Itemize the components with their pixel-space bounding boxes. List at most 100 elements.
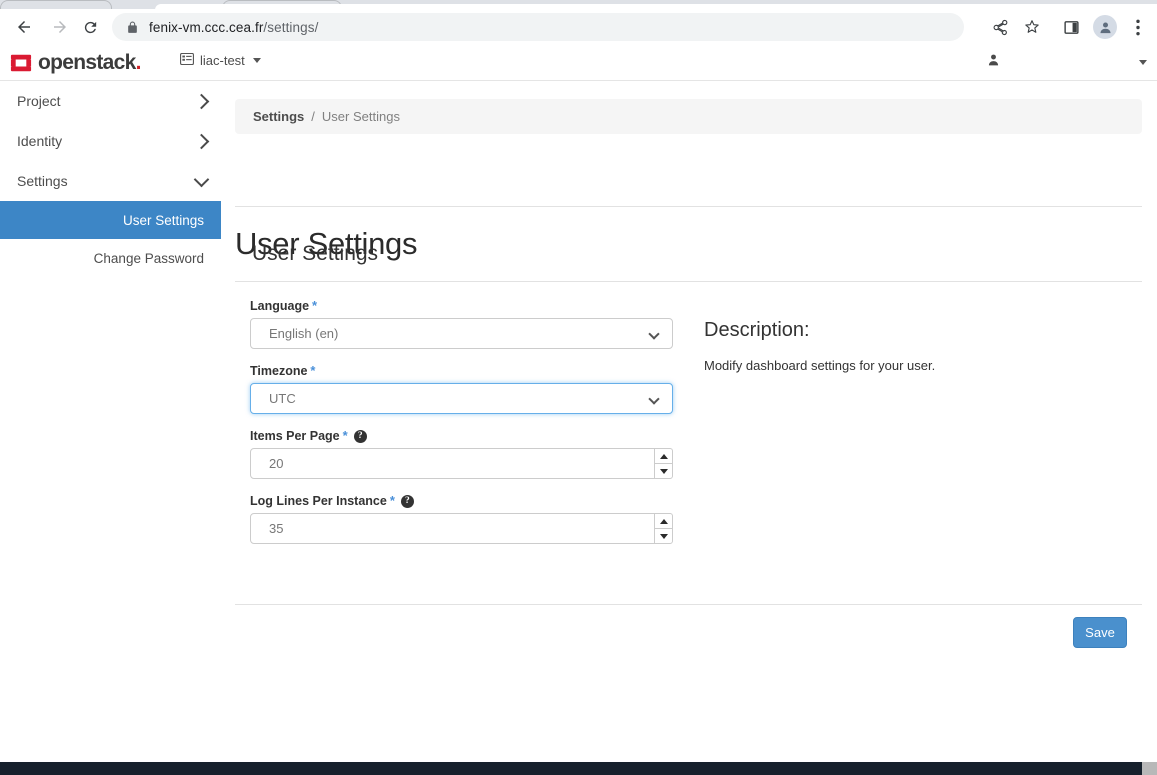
share-icon <box>993 19 1007 35</box>
project-list-icon <box>180 52 194 68</box>
label-text: Items Per Page <box>250 429 340 443</box>
required-marker: * <box>310 362 316 378</box>
spinner-down-icon <box>659 533 668 539</box>
stepper-up-button[interactable] <box>654 448 673 463</box>
url-text: fenix-vm.ccc.cea.fr/settings/ <box>149 20 318 35</box>
chevron-right-icon <box>193 93 210 109</box>
share-button[interactable] <box>990 17 1010 37</box>
url-domain: fenix-vm.ccc.cea.fr <box>149 19 264 35</box>
form-group-items-per-page: Items Per Page * ? 20 <box>250 429 675 479</box>
chevron-down-icon <box>648 328 660 340</box>
bookmark-button[interactable] <box>1022 17 1042 37</box>
forward-arrow-icon <box>54 21 66 33</box>
browser-tab-strip <box>0 0 1157 10</box>
description-body: Modify dashboard settings for your user. <box>704 358 936 373</box>
required-marker: * <box>389 492 395 508</box>
browser-chrome: fenix-vm.ccc.cea.fr/settings/ <box>0 0 1157 45</box>
breadcrumb-parent[interactable]: Settings <box>253 109 304 124</box>
label-timezone: Timezone * <box>250 362 675 379</box>
browser-menu-button[interactable] <box>1128 17 1148 37</box>
lock-icon <box>126 21 139 34</box>
chevron-down-icon <box>1139 60 1147 65</box>
items-per-page-input[interactable]: 20 <box>250 448 673 479</box>
reload-button[interactable] <box>75 12 105 42</box>
spinner-up-icon <box>659 518 668 524</box>
address-bar[interactable]: fenix-vm.ccc.cea.fr/settings/ <box>112 13 964 41</box>
user-avatar-icon <box>987 53 1000 72</box>
items-per-page-value: 20 <box>269 456 284 471</box>
chevron-right-icon <box>193 133 210 149</box>
spinner-up-icon <box>659 453 668 459</box>
url-path: /settings/ <box>263 19 319 35</box>
sidebar-group-settings[interactable]: Settings <box>0 161 221 201</box>
stepper-up-button[interactable] <box>654 513 673 528</box>
label-text: Log Lines Per Instance <box>250 494 387 508</box>
required-marker: * <box>312 297 318 313</box>
chevron-down-icon <box>252 58 261 63</box>
three-dot-menu-icon <box>1136 19 1140 35</box>
description-heading: Description: <box>704 319 810 341</box>
settings-form: Language * English (en) Timezone * UTC I… <box>250 299 675 559</box>
project-name-label: liac-test <box>200 53 245 68</box>
form-group-timezone: Timezone * UTC <box>250 364 675 414</box>
spinner-down-icon <box>659 468 668 474</box>
back-button[interactable] <box>9 12 39 42</box>
timezone-select-value: UTC <box>269 391 296 406</box>
side-panel-button[interactable] <box>1061 17 1081 37</box>
chevron-down-icon <box>193 171 210 187</box>
side-panel-icon <box>1063 20 1079 34</box>
log-lines-input[interactable]: 35 <box>250 513 673 544</box>
log-lines-value: 35 <box>269 521 284 536</box>
sidebar-group-label: Identity <box>17 133 63 149</box>
help-circle-icon[interactable]: ? <box>353 429 367 443</box>
divider <box>235 604 1142 605</box>
reload-icon <box>84 21 96 33</box>
chevron-down-icon <box>648 393 660 405</box>
sidebar: Project Identity Settings User Settings … <box>0 81 221 753</box>
stepper-down-button[interactable] <box>654 463 673 479</box>
sidebar-group-label: Project <box>17 93 61 109</box>
divider <box>235 281 1142 282</box>
sidebar-group-label: Settings <box>17 173 68 189</box>
profile-button[interactable] <box>1093 15 1117 39</box>
sidebar-group-project[interactable]: Project <box>0 81 221 121</box>
panel-title: User Settings <box>252 242 379 265</box>
timezone-select[interactable]: UTC <box>250 383 673 414</box>
label-text: Timezone <box>250 364 308 378</box>
breadcrumb: Settings / User Settings <box>235 99 1142 134</box>
stepper-down-button[interactable] <box>654 528 673 544</box>
form-group-language: Language * English (en) <box>250 299 675 349</box>
sidebar-group-identity[interactable]: Identity <box>0 121 221 161</box>
openstack-logo-mark-icon <box>10 52 32 74</box>
language-select[interactable]: English (en) <box>250 318 673 349</box>
main-content: Settings / User Settings User Settings U… <box>221 81 1157 753</box>
breadcrumb-current: User Settings <box>321 109 400 124</box>
divider <box>235 206 1142 207</box>
save-button[interactable]: Save <box>1073 617 1127 648</box>
label-text: Language <box>250 299 310 313</box>
logo-wordmark: openstack <box>38 51 136 74</box>
log-lines-stepper <box>654 513 673 544</box>
app-header: openstack. liac-test <box>0 45 1157 81</box>
openstack-logo[interactable]: openstack. <box>10 51 141 75</box>
openstack-logo-text: openstack. <box>38 51 141 75</box>
logo-dot: . <box>135 51 142 74</box>
bottom-bar-corner <box>1142 762 1157 775</box>
back-arrow-icon <box>18 21 30 33</box>
help-circle-icon[interactable]: ? <box>400 494 414 508</box>
items-per-page-stepper <box>654 448 673 479</box>
label-log-lines: Log Lines Per Instance * ? <box>250 494 675 508</box>
user-menu[interactable] <box>987 53 1147 72</box>
description-panel: Description: Modify dashboard settings f… <box>704 319 1124 373</box>
project-switcher[interactable]: liac-test <box>180 52 261 68</box>
form-group-log-lines: Log Lines Per Instance * ? 35 <box>250 494 675 544</box>
label-items-per-page: Items Per Page * ? <box>250 429 675 443</box>
sidebar-item-change-password[interactable]: Change Password <box>0 239 221 277</box>
browser-tab[interactable] <box>0 0 112 9</box>
sidebar-item-user-settings[interactable]: User Settings <box>0 201 221 239</box>
browser-toolbar: fenix-vm.ccc.cea.fr/settings/ <box>0 9 1157 45</box>
forward-button[interactable] <box>45 12 75 42</box>
star-icon <box>1025 20 1039 33</box>
sidebar-item-label: User Settings <box>122 212 204 228</box>
language-select-value: English (en) <box>269 326 339 341</box>
